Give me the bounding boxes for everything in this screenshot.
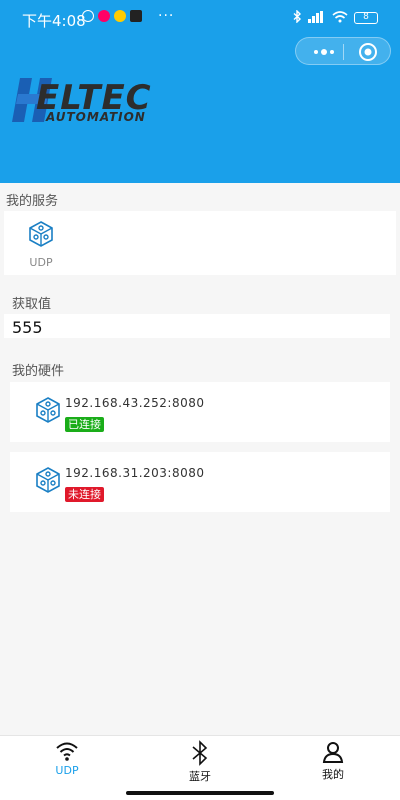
- status-badge: 未连接: [65, 487, 104, 502]
- tiktok-icon: [130, 10, 142, 22]
- value-card: [4, 314, 390, 338]
- hardware-address: 192.168.31.203:8080: [65, 466, 205, 480]
- tab-profile[interactable]: 我的: [293, 740, 373, 782]
- service-label: UDP: [29, 256, 53, 269]
- battery-icon: 8: [354, 12, 378, 24]
- heltec-logo: ELTEC AUTOMATION: [6, 72, 166, 128]
- hardware-item[interactable]: 192.168.43.252:8080 已连接: [10, 382, 390, 442]
- tab-label: 蓝牙: [189, 770, 211, 783]
- tab-label: 我的: [322, 768, 344, 781]
- chat-icon: [114, 10, 126, 22]
- app-icon: [98, 10, 110, 22]
- cube-network-icon: [34, 466, 62, 494]
- value-display: 555: [12, 318, 43, 337]
- user-icon: [293, 740, 373, 764]
- capsule-divider: [343, 44, 344, 60]
- more-notifications: ···: [158, 8, 175, 24]
- tab-udp[interactable]: UDP: [27, 740, 107, 777]
- hardware-item[interactable]: 192.168.31.203:8080 未连接: [10, 452, 390, 512]
- bluetooth-icon: [160, 740, 240, 766]
- services-section-title: 我的服务: [6, 194, 59, 209]
- status-time: 下午4:08: [22, 12, 86, 30]
- signal-icon: [308, 10, 326, 26]
- cube-network-icon: [34, 396, 62, 424]
- hardware-address: 192.168.43.252:8080: [65, 396, 205, 410]
- value-section-title: 获取值: [12, 297, 52, 312]
- tab-bluetooth[interactable]: 蓝牙: [160, 740, 240, 784]
- tab-label: UDP: [55, 764, 79, 777]
- mini-program-capsule: [295, 37, 391, 65]
- wifi-icon: [27, 740, 107, 762]
- header-banner: 下午4:08 ··· 8 ELTEC AUTOMATION: [0, 0, 400, 183]
- notification-icons: [82, 10, 142, 22]
- hardware-section-title: 我的硬件: [12, 364, 65, 379]
- status-badge: 已连接: [65, 417, 104, 432]
- tab-bar: UDP 蓝牙 我的: [0, 735, 400, 785]
- status-bar: 下午4:08 ··· 8: [0, 0, 400, 36]
- home-indicator[interactable]: [126, 791, 274, 795]
- cube-network-icon: [27, 221, 55, 252]
- alarm-icon: [82, 10, 94, 22]
- wifi-status-icon: [332, 10, 348, 26]
- close-program-icon[interactable]: [358, 42, 378, 62]
- more-menu-icon[interactable]: [310, 44, 338, 58]
- bluetooth-status-icon: [293, 9, 302, 26]
- service-udp[interactable]: UDP: [18, 220, 64, 269]
